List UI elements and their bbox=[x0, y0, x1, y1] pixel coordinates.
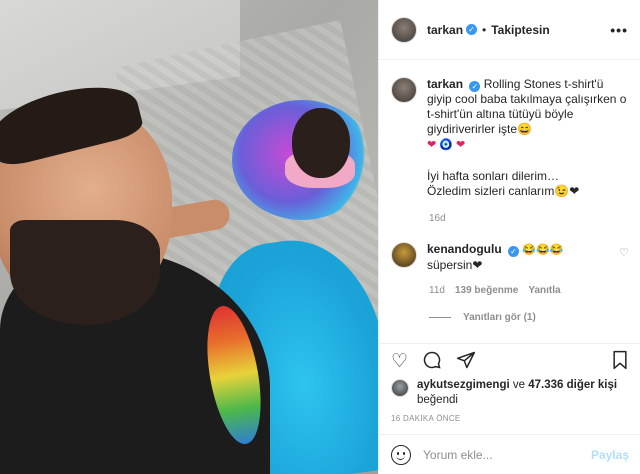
heart-icon[interactable]: ♡ bbox=[391, 352, 408, 371]
caption-text-2: İyi hafta sonları dilerim… Özledim sizle… bbox=[427, 169, 627, 199]
comment-age: 11d bbox=[429, 285, 445, 296]
post-comment-button[interactable]: Paylaş bbox=[591, 448, 629, 462]
bookmark-icon[interactable] bbox=[611, 350, 629, 374]
view-replies-label: Yanıtları gör (1) bbox=[463, 312, 536, 323]
comment-text: süpersin❤ bbox=[427, 258, 483, 272]
avatar[interactable] bbox=[391, 242, 417, 268]
likes-text: aykutsezgimengi ve 47.336 diğer kişi beğ… bbox=[417, 378, 617, 408]
caption-username[interactable]: tarkan bbox=[427, 77, 463, 91]
post-timestamp[interactable]: 16 DAKİKA ÖNCE bbox=[391, 414, 461, 423]
photo-child-hair bbox=[292, 108, 350, 178]
comment-body: kenandogulu ✓ 😂😂😂 süpersin❤ bbox=[427, 242, 627, 273]
comment-meta: 11d 139 beğenme Yanıtla bbox=[429, 285, 629, 296]
likes-first-user[interactable]: aykutsezgimengi bbox=[417, 379, 510, 391]
caption: tarkan ✓ Rolling Stones t-shirt'ü giyip … bbox=[427, 77, 627, 199]
comment-input[interactable] bbox=[423, 447, 583, 462]
share-icon[interactable] bbox=[456, 350, 476, 374]
post-side-panel: tarkan ✓ • Takiptesin ••• tarkan ✓ Rolli… bbox=[378, 0, 640, 474]
comment-emojis: 😂😂😂 bbox=[522, 244, 564, 256]
emoji-icon[interactable] bbox=[391, 444, 411, 465]
verified-badge-icon: ✓ bbox=[508, 246, 520, 257]
avatar[interactable] bbox=[391, 16, 417, 43]
follow-status[interactable]: Takiptesin bbox=[491, 23, 549, 37]
action-bar: ♡ bbox=[379, 343, 640, 379]
caption-age: 16d bbox=[429, 213, 446, 224]
post-header: tarkan ✓ • Takiptesin ••• bbox=[379, 0, 640, 60]
comment-username[interactable]: kenandogulu bbox=[427, 242, 502, 256]
post-photo[interactable] bbox=[0, 0, 378, 474]
likes-suffix: beğendi bbox=[417, 394, 458, 406]
comments-section[interactable]: tarkan ✓ Rolling Stones t-shirt'ü giyip … bbox=[379, 61, 640, 343]
likes-summary: aykutsezgimengi ve 47.336 diğer kişi beğ… bbox=[391, 378, 631, 408]
comment-likes[interactable]: 139 beğenme bbox=[455, 285, 518, 296]
caption-row: tarkan ✓ Rolling Stones t-shirt'ü giyip … bbox=[391, 77, 629, 199]
comment-icon[interactable] bbox=[422, 350, 442, 374]
comment-item: kenandogulu ✓ 😂😂😂 süpersin❤ ♡ bbox=[391, 242, 629, 273]
view-replies[interactable]: Yanıtları gör (1) bbox=[429, 312, 629, 323]
more-options-icon[interactable]: ••• bbox=[610, 22, 628, 38]
likes-connector: ve bbox=[512, 379, 526, 391]
avatar[interactable] bbox=[391, 77, 417, 103]
comment-composer: Paylaş bbox=[379, 434, 640, 474]
photo-man-beard bbox=[10, 220, 160, 325]
caption-line: Özledim sizleri canlarım😉❤ bbox=[427, 184, 580, 198]
verified-badge-icon: ✓ bbox=[466, 24, 478, 35]
likes-others[interactable]: 47.336 diğer kişi bbox=[528, 379, 617, 391]
comment-like-heart-icon[interactable]: ♡ bbox=[619, 246, 629, 259]
separator-dot: • bbox=[482, 22, 487, 37]
reply-button[interactable]: Yanıtla bbox=[528, 285, 560, 296]
caption-line: İyi hafta sonları dilerim… bbox=[427, 169, 560, 183]
avatar[interactable] bbox=[391, 379, 409, 397]
caption-hearts: ❤ 🧿 ❤ bbox=[427, 139, 466, 151]
replies-line bbox=[429, 317, 451, 318]
verified-badge-icon: ✓ bbox=[469, 81, 481, 92]
header-username[interactable]: tarkan bbox=[427, 23, 463, 37]
